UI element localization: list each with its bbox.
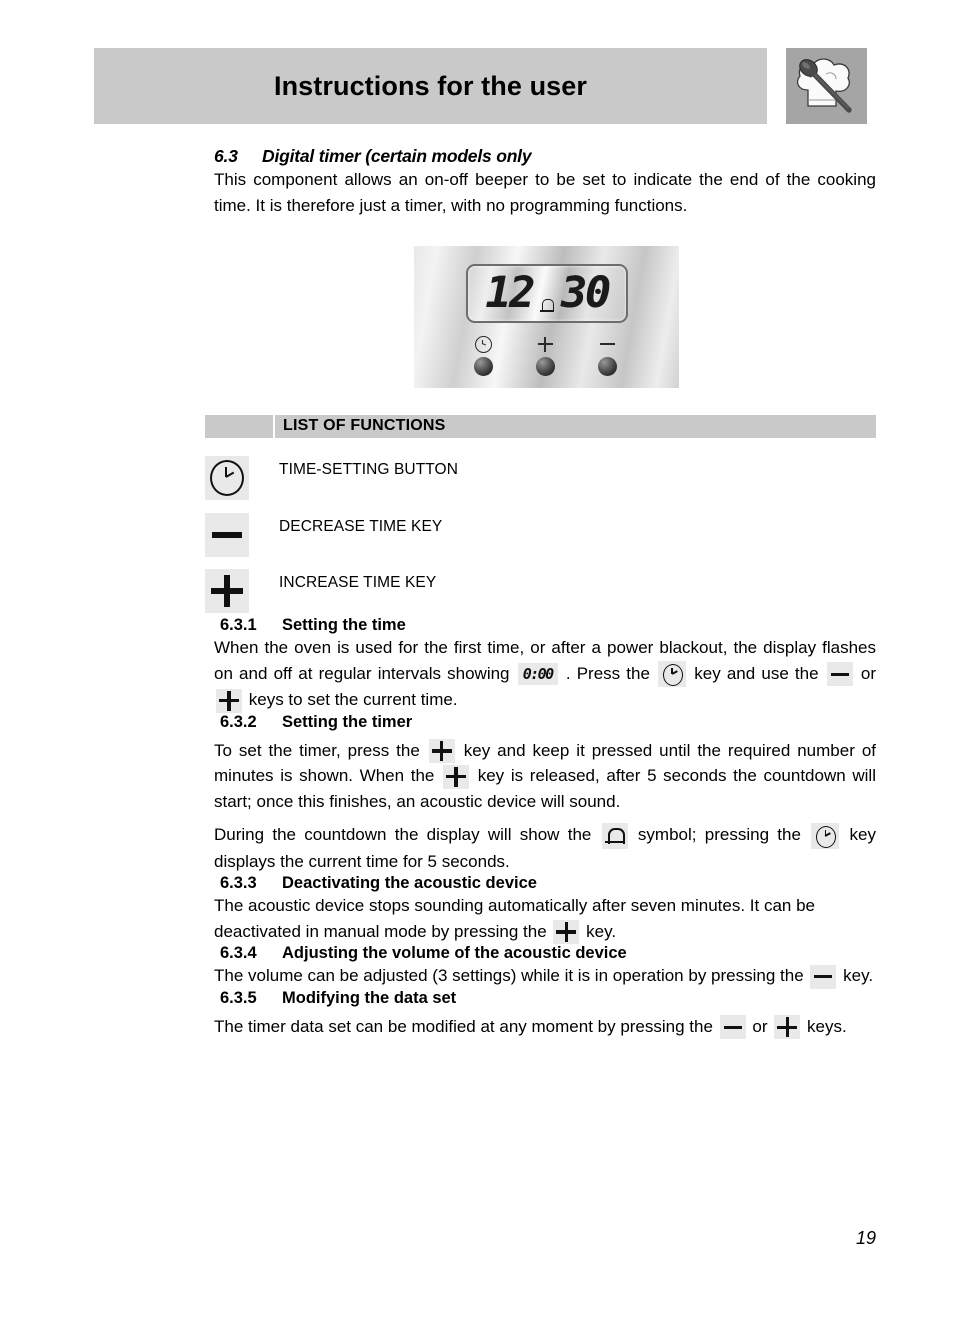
text-run: The volume can be adjusted (3 settings) … xyxy=(214,966,804,986)
subsection-6-3-3-body: The acoustic device stops sounding autom… xyxy=(214,893,876,945)
bar-divider xyxy=(273,415,275,438)
section-number: 6.3 xyxy=(214,146,238,166)
plus-icon xyxy=(553,920,580,945)
plus-icon xyxy=(216,688,242,713)
section-title: Digital timer (certain models only xyxy=(262,146,532,166)
lcd-display: 12 30 xyxy=(466,264,628,323)
minus-icon xyxy=(826,662,853,687)
subsection-heading-6-3-1: 6.3.1 Setting the time xyxy=(214,616,876,635)
plus-icon xyxy=(428,739,455,764)
minus-icon xyxy=(810,964,837,989)
time-setting-button[interactable] xyxy=(466,334,500,376)
clock-icon xyxy=(658,661,687,688)
subsection-number: 6.3.3 xyxy=(220,874,257,893)
subsection-6-3-5-body: The timer data set can be modified at an… xyxy=(214,1014,876,1040)
function-row-time-setting: TIME-SETTING BUTTON xyxy=(205,456,876,502)
chef-hat-spoon-icon xyxy=(786,48,867,124)
function-row-decrease: DECREASE TIME KEY xyxy=(205,513,876,559)
text-run: key. xyxy=(586,921,617,941)
text-run: . Press the xyxy=(565,663,650,683)
list-of-functions-heading: LIST OF FUNCTIONS xyxy=(283,417,446,434)
minus-icon xyxy=(599,334,616,354)
minus-icon xyxy=(719,1015,746,1040)
subsection-number: 6.3.1 xyxy=(220,616,257,634)
lcd-zero-icon: 0:00 xyxy=(517,663,558,686)
subsection-heading-6-3-5: 6.3.5 Modifying the data set xyxy=(214,989,876,1008)
lcd-minutes: 30 xyxy=(561,268,611,318)
lcd-hours: 12 xyxy=(485,268,535,318)
text-run: The acoustic device stops sounding autom… xyxy=(214,896,815,941)
plus-icon xyxy=(205,569,249,613)
subsection-6-3-2-body-2: During the countdown the display will sh… xyxy=(214,822,876,874)
plus-icon xyxy=(443,764,470,789)
text-run: or xyxy=(860,663,876,683)
page-header: Instructions for the user xyxy=(94,48,876,124)
plus-icon xyxy=(537,334,554,354)
subsection-heading-6-3-3: 6.3.3 Deactivating the acoustic device xyxy=(214,874,876,893)
function-row-increase: INCREASE TIME KEY xyxy=(205,569,876,615)
subsection-title: Deactivating the acoustic device xyxy=(282,874,537,893)
text-run: key and use the xyxy=(694,663,819,683)
function-label: TIME-SETTING BUTTON xyxy=(279,461,458,478)
decrease-time-button[interactable] xyxy=(590,334,624,376)
subsections-container: 6.3.1 Setting the time When the oven is u… xyxy=(214,616,876,1040)
minus-icon xyxy=(205,513,249,557)
digital-timer-illustration: 12 30 xyxy=(414,246,679,388)
text-run: key. xyxy=(843,966,874,986)
increase-time-button[interactable] xyxy=(528,334,562,376)
clock-icon xyxy=(474,334,492,354)
page-number: 19 xyxy=(855,1228,876,1248)
subsection-title: Setting the time xyxy=(282,616,406,634)
timer-panel: 12 30 xyxy=(414,246,679,388)
text-run: During the countdown the display will sh… xyxy=(214,825,592,845)
function-label: INCREASE TIME KEY xyxy=(279,574,437,591)
subsection-number: 6.3.4 xyxy=(220,944,257,963)
text-run: or xyxy=(752,1016,768,1036)
list-of-functions-bar: LIST OF FUNCTIONS xyxy=(205,415,876,438)
subsection-title: Setting the timer xyxy=(282,712,413,731)
text-run: keys to set the current time. xyxy=(248,690,458,710)
function-label: DECREASE TIME KEY xyxy=(279,518,443,535)
subsection-number: 6.3.2 xyxy=(220,712,257,731)
page-title: Instructions for the user xyxy=(273,70,588,101)
subsection-6-3-4-body: The volume can be adjusted (3 settings) … xyxy=(214,963,876,989)
text-run: keys. xyxy=(807,1016,847,1036)
section-heading: 6.3 Digital timer (certain models only xyxy=(214,146,876,167)
text-run: The timer data set can be modified at an… xyxy=(214,1016,713,1036)
subsection-heading-6-3-2: 6.3.2 Setting the timer xyxy=(214,713,876,732)
button-dot[interactable] xyxy=(597,357,617,376)
button-dot[interactable] xyxy=(535,357,555,376)
bell-icon xyxy=(540,274,554,314)
section-6-3: 6.3 Digital timer (certain models only Th… xyxy=(214,146,876,218)
clock-icon xyxy=(811,822,840,849)
header-banner: Instructions for the user xyxy=(94,48,767,124)
subsection-6-3-2-body-1: To set the timer, press the key and keep… xyxy=(214,738,876,815)
section-intro: This component allows an on-off beeper t… xyxy=(214,170,876,215)
subsection-6-3-1-body: When the oven is used for the first time… xyxy=(214,635,876,713)
timer-button-row xyxy=(466,324,624,376)
subsection-title: Modifying the data set xyxy=(282,988,457,1007)
plus-icon xyxy=(774,1015,801,1040)
subsection-title: Adjusting the volume of the acoustic dev… xyxy=(282,944,627,963)
subsection-heading-6-3-4: 6.3.4 Adjusting the volume of the acousti… xyxy=(214,944,876,963)
subsection-number: 6.3.5 xyxy=(220,988,257,1007)
button-dot[interactable] xyxy=(473,357,493,376)
text-run: symbol; pressing the xyxy=(637,825,801,845)
text-run: To set the timer, press the xyxy=(214,740,420,760)
bell-icon xyxy=(601,822,628,849)
clock-icon xyxy=(205,456,249,500)
